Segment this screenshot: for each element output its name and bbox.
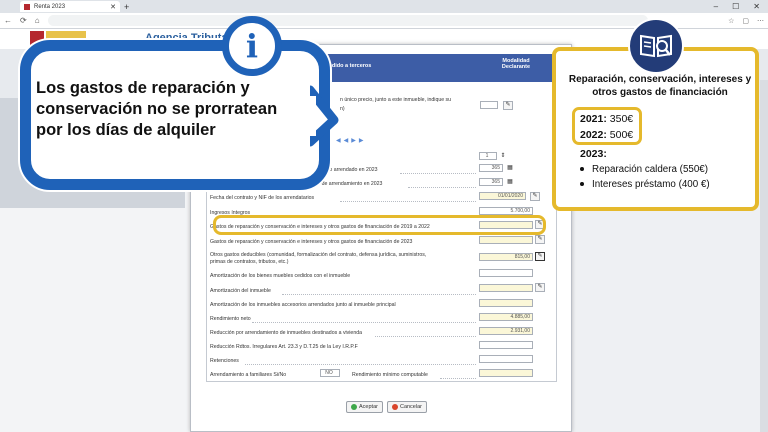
dias-contrato-input[interactable]: 365 bbox=[479, 178, 503, 186]
card-title: Reparación, conservación, intereses y ot… bbox=[568, 74, 752, 98]
label-precio: n único precio, junto a este inmueble, i… bbox=[340, 97, 452, 103]
window-controls: – ☐ ✕ bbox=[714, 2, 768, 11]
info-icon: i bbox=[222, 16, 282, 76]
familiares-select[interactable]: NO bbox=[320, 369, 340, 377]
ingresos-input[interactable]: 5.700,00 bbox=[479, 207, 533, 215]
calendar-icon[interactable]: ▦ bbox=[506, 164, 514, 172]
url-input[interactable] bbox=[47, 15, 648, 26]
edit-otros-gastos-button[interactable]: ✎ bbox=[535, 252, 545, 261]
record-nav-arrows[interactable]: ◀◀▶▶ bbox=[336, 137, 366, 144]
dialog-header-modalidad: Modalidad Declarante bbox=[501, 58, 531, 70]
tab-title: Renta 2023 bbox=[34, 3, 66, 10]
tab-favicon-icon bbox=[24, 3, 30, 10]
label-minimo: Rendimiento mínimo computable bbox=[352, 372, 428, 378]
browser-tab-bar: Renta 2023 ✕ + – ☐ ✕ bbox=[0, 0, 768, 13]
dialog-buttons: Aceptar Cancelar bbox=[346, 401, 427, 413]
list-item: Reparación caldera (550€) bbox=[580, 164, 708, 175]
edit-gastos-2023-button[interactable]: ✎ bbox=[535, 235, 545, 244]
label-reduccion: Reducción por arrendamiento de inmuebles… bbox=[210, 330, 362, 336]
reduccion-input: 2.931,00 bbox=[479, 327, 533, 335]
cancelar-label: Cancelar bbox=[399, 404, 422, 410]
check-icon bbox=[351, 404, 357, 410]
new-tab-button[interactable]: + bbox=[124, 2, 129, 12]
label-familiares: Arrendamiento a familiares Si/No bbox=[210, 372, 287, 378]
calendar-icon[interactable]: ▦ bbox=[506, 178, 514, 186]
browser-tab[interactable]: Renta 2023 ✕ bbox=[20, 1, 120, 12]
row-leader bbox=[408, 187, 476, 188]
amort-muebles-input[interactable] bbox=[479, 269, 533, 277]
label-amort-muebles: Amortización de los bienes muebles cedid… bbox=[210, 273, 351, 279]
label-reduccion-irregulares: Reducción Rdtos. Irregulares Art. 23.3 y… bbox=[210, 344, 358, 350]
precio-input[interactable] bbox=[480, 101, 498, 109]
extensions-icon[interactable]: ▢ bbox=[742, 17, 749, 25]
label-precio-cont: n) bbox=[340, 106, 345, 112]
label-otros-gastos-cont: primas de contratos, tributos, etc.) bbox=[210, 259, 289, 265]
row-leader bbox=[440, 378, 476, 379]
minimo-input bbox=[479, 369, 533, 377]
row-leader bbox=[252, 322, 476, 323]
callout-text: Los gastos de reparación y conservación … bbox=[36, 79, 278, 139]
aceptar-label: Aceptar bbox=[359, 404, 378, 410]
label-amort-inmueble: Amortización del inmueble bbox=[210, 288, 271, 294]
retenciones-input[interactable] bbox=[479, 355, 533, 363]
amort-inmueble-input[interactable] bbox=[479, 284, 533, 292]
cancel-icon bbox=[391, 404, 398, 410]
gastos-2023-input[interactable] bbox=[479, 236, 533, 244]
dias-arrendado-input[interactable]: 365 bbox=[479, 164, 503, 172]
back-icon[interactable]: ← bbox=[4, 16, 12, 25]
label-otros-gastos: Otros gastos deducibles (comunidad, form… bbox=[210, 252, 427, 258]
label-fecha: Fecha del contrato y NIF de los arrendat… bbox=[210, 195, 315, 201]
page-scrollbar[interactable] bbox=[760, 80, 768, 432]
close-window-button[interactable]: ✕ bbox=[753, 2, 760, 11]
stepper-arrows-icon[interactable]: ⇕ bbox=[499, 152, 507, 160]
home-icon[interactable]: ⌂ bbox=[35, 16, 40, 25]
bullet-icon bbox=[580, 182, 584, 187]
fecha-input[interactable]: 01/01/2020 bbox=[479, 192, 526, 200]
otros-gastos-input[interactable]: 815,00 bbox=[479, 253, 533, 261]
row-leader bbox=[282, 294, 476, 295]
item-caldera: Reparación caldera (550€) bbox=[592, 164, 708, 175]
list-item: Intereses préstamo (400 €) bbox=[580, 179, 710, 190]
screen: Renta 2023 ✕ + – ☐ ✕ ← ⟳ ⌂ ☆ ▢ ⋯ Agencia… bbox=[0, 0, 768, 432]
toolbar-icons: ☆ ▢ ⋯ bbox=[728, 17, 764, 25]
row-leader bbox=[245, 364, 476, 365]
amort-accesorios-input[interactable] bbox=[479, 299, 533, 307]
row-leader bbox=[340, 201, 476, 202]
label-gastos-2023: Gastos de reparación y conservación e in… bbox=[210, 239, 413, 245]
highlight-gastos-anteriores bbox=[213, 215, 546, 235]
callout-tail bbox=[310, 85, 339, 147]
aceptar-button[interactable]: Aceptar bbox=[346, 401, 383, 413]
stepper-input[interactable]: 1 bbox=[479, 152, 497, 160]
info-letter: i bbox=[245, 27, 259, 65]
reduccion-irregulares-input[interactable] bbox=[479, 341, 533, 349]
label-rendimiento-neto: Rendimiento neto bbox=[210, 316, 251, 322]
maximize-button[interactable]: ☐ bbox=[732, 2, 739, 11]
row-leader bbox=[375, 336, 476, 337]
rendimiento-neto-input: 4.885,00 bbox=[479, 313, 533, 321]
book-search-icon bbox=[628, 18, 684, 74]
label-amort-accesorios: Amortización de los inmuebles accesorios… bbox=[210, 302, 396, 308]
cancelar-button[interactable]: Cancelar bbox=[386, 401, 427, 413]
item-intereses: Intereses préstamo (400 €) bbox=[592, 179, 710, 190]
minimize-button[interactable]: – bbox=[714, 2, 718, 11]
row-leader bbox=[400, 173, 476, 174]
year-2023-label: 2023: bbox=[580, 148, 607, 160]
highlight-previous-years bbox=[572, 107, 642, 145]
edit-amort-inmueble-button[interactable]: ✎ bbox=[535, 283, 545, 292]
menu-icon[interactable]: ⋯ bbox=[757, 17, 764, 25]
label-retenciones: Retenciones bbox=[210, 358, 239, 364]
edit-precio-button[interactable]: ✎ bbox=[503, 101, 513, 110]
bullet-icon bbox=[580, 167, 584, 172]
tab-close-icon[interactable]: ✕ bbox=[110, 3, 116, 11]
star-icon[interactable]: ☆ bbox=[728, 17, 734, 25]
reload-icon[interactable]: ⟳ bbox=[20, 16, 27, 25]
edit-fecha-button[interactable]: ✎ bbox=[530, 192, 540, 201]
